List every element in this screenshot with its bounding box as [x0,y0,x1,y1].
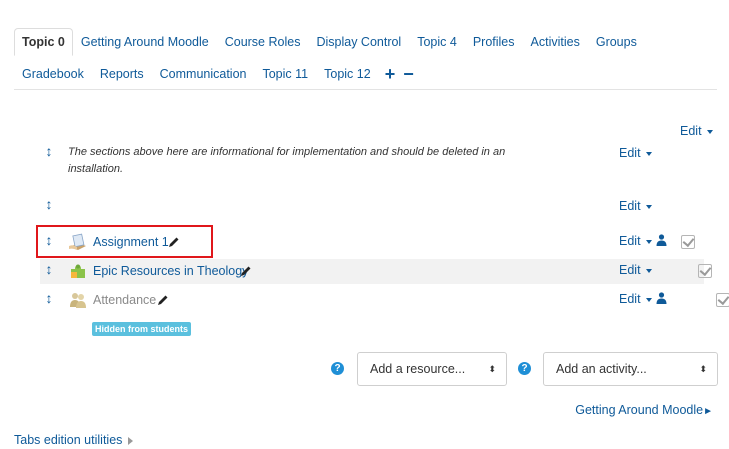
add-resource-value: Add a resource... [370,362,466,376]
caret-down-icon [645,239,652,244]
tab-groups[interactable]: Groups [588,28,645,56]
section-summary: The sections above here are informationa… [68,146,506,175]
tab-reports[interactable]: Reports [92,60,152,88]
activity-link-epic-resources[interactable]: Epic Resources in Theology [93,264,248,278]
tabs-row-1: Topic 0 Getting Around Moodle Course Rol… [14,28,645,56]
user-icon[interactable] [656,234,667,246]
tab-gradebook[interactable]: Gradebook [14,60,92,88]
caret-down-icon [645,151,652,156]
add-resource-select[interactable]: Add a resource... ⬍ [357,352,507,386]
pencil-icon[interactable] [157,294,169,306]
add-activity-value: Add an activity... [556,362,647,376]
caret-down-icon [645,297,652,302]
tab-communication[interactable]: Communication [152,60,255,88]
tab-profiles[interactable]: Profiles [465,28,523,56]
next-section-link[interactable]: Getting Around Moodle► [575,403,713,417]
edit-label: Edit [619,263,641,277]
edit-label: Edit [619,146,641,160]
caret-down-icon [706,129,713,134]
user-icon[interactable] [656,292,667,304]
section-edit-menu[interactable]: Edit [680,124,713,138]
tabs-divider [14,89,717,90]
completion-checkbox[interactable] [715,293,729,307]
move-icon[interactable]: ↕ [43,143,55,159]
tab-course-roles[interactable]: Course Roles [217,28,309,56]
add-tab-icon[interactable]: + [381,65,400,83]
caret-down-icon [645,204,652,209]
tab-topic-4[interactable]: Topic 4 [409,28,465,56]
activity-edit-menu[interactable]: Edit [619,263,652,277]
completion-checkbox[interactable] [698,264,713,278]
arrow-right-icon: ► [703,406,713,417]
highlight-box [36,225,213,258]
edit-label: Edit [680,124,702,138]
add-activity-select[interactable]: Add an activity... ⬍ [543,352,718,386]
activity-link-attendance[interactable]: Attendance [93,293,156,307]
hidden-from-students-badge: Hidden from students [92,322,192,336]
tab-getting-around-moodle[interactable]: Getting Around Moodle [73,28,217,56]
move-icon[interactable]: ↕ [43,196,55,212]
summary-edit-menu[interactable]: Edit [619,146,652,160]
puzzle-icon [71,264,85,278]
activity-edit-menu[interactable]: Edit [619,234,652,248]
move-icon[interactable]: ↕ [43,261,55,277]
expand-arrow-icon [128,436,134,445]
next-section-label: Getting Around Moodle [575,403,704,417]
help-icon[interactable]: ? [518,362,531,375]
tab-activities[interactable]: Activities [523,28,588,56]
activity-edit-menu[interactable]: Edit [619,292,652,306]
empty-row-edit-menu[interactable]: Edit [619,199,652,213]
completion-checkbox[interactable] [681,235,695,249]
tab-topic-11[interactable]: Topic 11 [254,60,316,88]
pencil-icon[interactable] [240,265,252,277]
attendance-icon [70,293,86,308]
edit-label: Edit [619,292,641,306]
tab-topic-0[interactable]: Topic 0 [14,28,73,56]
select-arrows-icon: ⬍ [699,364,707,374]
tabs-utilities-label: Tabs edition utilities [14,433,123,447]
caret-down-icon [645,268,652,273]
select-arrows-icon: ⬍ [488,364,496,374]
tab-display-control[interactable]: Display Control [308,28,409,56]
tabs-row-2: Gradebook Reports Communication Topic 11… [14,60,418,88]
edit-label: Edit [619,234,641,248]
move-icon[interactable]: ↕ [43,290,55,306]
edit-label: Edit [619,199,641,213]
help-icon[interactable]: ? [331,362,344,375]
remove-tab-icon[interactable]: − [399,65,418,83]
tabs-utilities-toggle[interactable]: Tabs edition utilities [14,433,134,447]
tab-topic-12[interactable]: Topic 12 [316,60,379,88]
